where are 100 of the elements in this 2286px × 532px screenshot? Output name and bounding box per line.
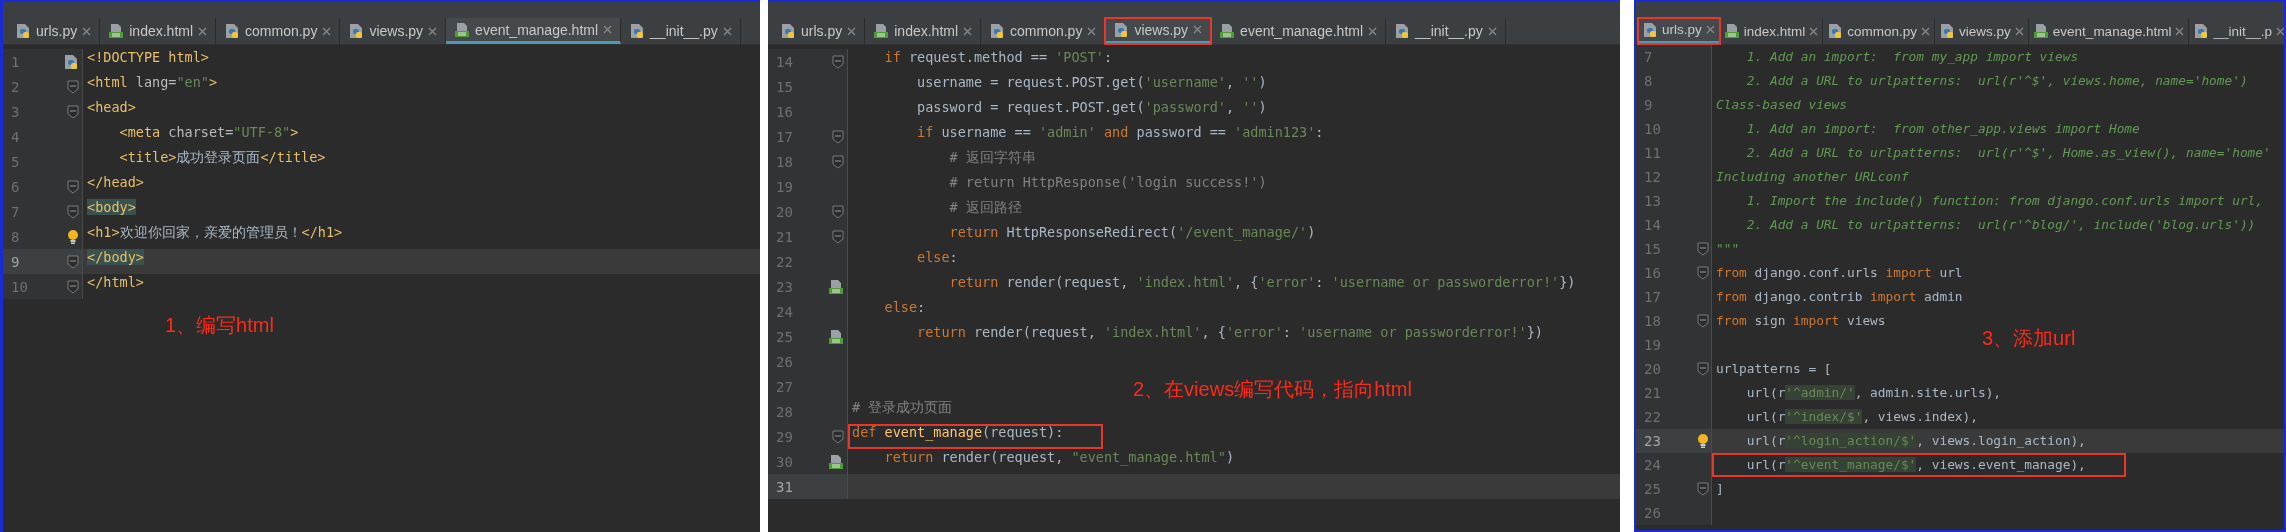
close-icon <box>1921 26 1931 36</box>
close-icon <box>428 26 438 36</box>
html-file-icon <box>454 21 471 38</box>
html-file-icon <box>828 453 844 470</box>
code-line: password = request.POST.get('password', '') <box>916 99 1268 117</box>
line-number: 14 <box>1643 217 1662 233</box>
line-number: 1 <box>10 53 21 70</box>
line-number: 30 <box>775 453 794 470</box>
line-number: 31 <box>775 478 794 495</box>
code-line: </head> <box>86 174 145 192</box>
code-line: # return HttpResponse('login success!') <box>948 174 1268 192</box>
editor-tab[interactable]: event_manage.html <box>2028 18 2190 44</box>
code-line: 2. Add a URL to urlpatterns: url(r'^$', Home.as_view(), name='home' <box>1745 144 2272 162</box>
code-line: url(r'^index/$', views.index), <box>1745 408 1979 426</box>
editor-tab[interactable]: event_manage.html <box>1211 18 1387 44</box>
line-number: 25 <box>1643 481 1662 497</box>
editor-tab[interactable]: common.py <box>1823 18 1936 44</box>
python-file-icon <box>1394 23 1411 39</box>
editor-tab[interactable]: event_manage.html <box>446 18 622 44</box>
editor-tab[interactable]: views.py <box>1105 18 1212 44</box>
code-line: 1. Add an import: from my_app import views <box>1745 48 2080 66</box>
fold-marker-icon <box>67 79 79 94</box>
code-line: return HttpResponseRedirect('/event_manage/') <box>948 224 1317 243</box>
line-number: 17 <box>1643 289 1662 305</box>
editor-tab[interactable]: index.html <box>1719 18 1824 44</box>
editor-tab[interactable]: __init__.py <box>621 18 741 44</box>
editor-tab[interactable]: __init__.p <box>2189 18 2284 44</box>
code-line: <title>成功登录页面</title> <box>118 149 327 167</box>
code-line: from django.conf.urls import url <box>1715 264 1964 282</box>
fold-marker-icon <box>832 54 844 69</box>
python-file-icon <box>2193 23 2210 39</box>
line-number: 24 <box>1643 457 1662 473</box>
line-number: 17 <box>775 128 794 145</box>
fold-marker-icon <box>67 204 79 219</box>
code-line: </html> <box>86 274 145 292</box>
python-file-icon <box>1827 23 1844 39</box>
editor-tab[interactable]: urls.py <box>7 18 101 44</box>
code-line: username = request.POST.get('username', '') <box>916 74 1268 92</box>
editor-tab[interactable]: views.py <box>1935 18 2029 44</box>
line-number: 2 <box>10 78 21 95</box>
annotation-text: 3、添加url <box>1982 326 2076 351</box>
code-line: <meta charset="UTF-8"> <box>118 124 300 142</box>
html-file-icon <box>2032 23 2049 39</box>
editor-tab[interactable]: index.html <box>865 18 982 44</box>
line-number: 25 <box>775 328 794 345</box>
code-line: return render(request, "event_manage.html") <box>883 449 1236 468</box>
annotation-text: 2、在views编写代码，指向html <box>1133 377 1412 402</box>
python-file-icon <box>989 23 1006 39</box>
line-number: 8 <box>10 228 21 245</box>
code-line: else: <box>883 299 927 317</box>
html-file-icon <box>108 23 125 39</box>
code-line: return render(request, 'index.html', {'error': 'username or passworderror!'}) <box>916 324 1544 342</box>
code-line: 1. Add an import: from other_app.views import Home <box>1745 120 2141 138</box>
code-line: else: <box>916 249 959 267</box>
line-number: 5 <box>10 153 21 170</box>
line-number: 23 <box>775 278 794 295</box>
line-number: 27 <box>775 378 794 395</box>
code-line: # 登录成功页面 <box>851 399 954 417</box>
editor-tab[interactable]: urls.py <box>772 18 866 44</box>
line-number: 14 <box>775 53 794 70</box>
line-number: 6 <box>10 178 21 195</box>
line-number: 26 <box>1643 505 1662 521</box>
close-icon <box>1193 25 1203 34</box>
editor-tab[interactable]: common.py <box>216 18 341 44</box>
code-line: if username == 'admin' and password == 'admin123': <box>916 124 1325 142</box>
code-line: from sign import views <box>1715 312 1887 330</box>
line-number: 18 <box>1643 313 1662 329</box>
python-file-icon <box>629 23 646 39</box>
close-icon <box>1809 26 1819 36</box>
editor-tab[interactable]: index.html <box>100 18 217 44</box>
fold-marker-icon <box>832 129 844 144</box>
close-icon <box>1087 26 1097 36</box>
lightbulb-icon <box>67 228 79 245</box>
close-icon <box>322 26 332 36</box>
fold-marker-icon <box>1697 482 1709 496</box>
lightbulb-icon <box>1697 433 1709 449</box>
line-number: 16 <box>1643 265 1662 281</box>
fold-marker-icon <box>832 204 844 219</box>
code-line: # 返回字符串 <box>948 149 1037 167</box>
editor-tab[interactable]: __init__.py <box>1386 18 1506 44</box>
fold-marker-icon <box>67 279 79 294</box>
fold-marker-icon <box>832 229 844 244</box>
line-number: 12 <box>1643 169 1662 185</box>
editor-tab[interactable]: urls.py <box>1638 18 1720 44</box>
python-file-icon <box>1642 21 1658 38</box>
python-file-icon <box>1939 23 1956 39</box>
python-file-icon <box>1113 21 1130 38</box>
fold-marker-icon <box>832 429 844 444</box>
line-number: 13 <box>1643 193 1662 209</box>
fold-marker-icon <box>67 104 79 119</box>
line-number: 8 <box>1643 73 1654 89</box>
close-icon <box>847 26 857 36</box>
code-line: <h1>欢迎你回家，亲爱的管理员！</h1> <box>86 224 344 242</box>
line-number: 23 <box>1643 433 1662 449</box>
fold-marker-icon <box>1697 266 1709 280</box>
fold-marker-icon <box>832 154 844 169</box>
line-number: 29 <box>775 428 794 445</box>
line-number: 7 <box>1643 49 1654 65</box>
code-line: url(r'^event_manage/$', views.event_manage), <box>1712 453 2126 477</box>
close-icon <box>1705 25 1715 34</box>
